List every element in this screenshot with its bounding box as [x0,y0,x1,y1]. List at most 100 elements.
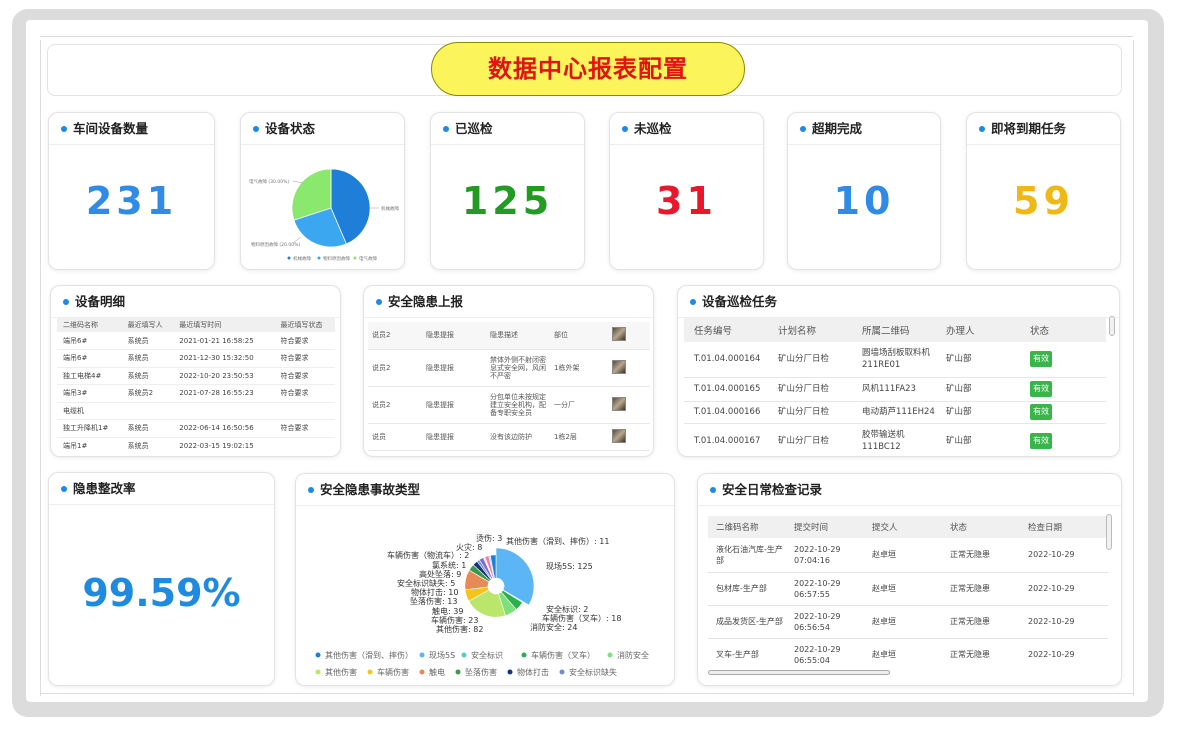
column-header[interactable]: 计划名称 [768,318,852,342]
photo-thumbnail[interactable] [612,396,626,411]
table-row[interactable]: 端吊1# 系统员 2022-03-15 19:02:15 [57,437,335,454]
table-row[interactable]: 说员 隐患提报 没有该边防护 1栋2层 [368,423,650,451]
column-header[interactable]: 提交时间 [786,516,864,538]
page-title: 数据中心报表配置 [431,42,745,96]
card-title: 设备巡检任务 [702,294,778,309]
pie-label: 车辆伤害: 23 [431,615,478,625]
status-badge: 有效 [1030,433,1052,449]
device-detail-table: 二维码名称 最近填写人 最近填写时间 最近填写状态 端吊6# 系统员 2021-01… [57,318,335,454]
card-title: 未巡检 [634,121,672,136]
column-header[interactable]: 状态 [942,516,1020,538]
legend-label: 其他伤害（滑到、摔伤） [325,650,413,660]
vertical-scrollbar[interactable] [1109,316,1115,336]
vertical-scrollbar[interactable] [1106,514,1112,550]
pie-label: 烫伤: 3 [476,533,502,543]
card-title: 车间设备数量 [73,121,149,136]
device-detail-table-wrap[interactable]: 二维码名称 最近填写人 最近填写时间 最近填写状态 端吊6# 系统员 2021-01… [57,318,335,454]
column-header[interactable]: 最近填写人 [121,318,174,332]
legend-label: 触电 [429,667,445,677]
card-header: 未巡检 [610,113,763,145]
legend-label: 现场5S [429,651,455,660]
legend-label: 安全标识 [471,650,503,660]
legend-label: 安全标识缺失 [569,667,617,677]
bullet-icon [376,299,382,305]
bullet-icon [690,299,696,305]
column-header[interactable]: 提交人 [864,516,942,538]
table-row[interactable]: T.01.04.000166 矿山分厂日检 电动葫芦111EH24 矿山部 有效 [684,401,1106,424]
table-row[interactable]: 说员2 隐患提报 隐患描述 部位 [368,322,650,350]
column-header[interactable]: 办理人 [936,318,1020,342]
pie-label: 安全标识缺失: 5 [397,578,455,588]
table-row[interactable]: 说员2 隐患提报 禁体外侧不射闭密息式安全网，风闲不严密 1栋外架 [368,349,650,387]
column-header[interactable]: 状态 [1020,318,1106,342]
daily-check-panel: 安全日常检查记录 二维码名称 提交时间 提交人 状态 检查日期 液化石油汽库-生… [697,473,1122,686]
table-row[interactable]: T.01.04.000167 矿山分厂日检 胶带输送机111BC12 矿山部 有效 [684,423,1106,454]
column-header[interactable]: 二维码名称 [57,318,122,332]
card-title: 设备明细 [75,294,126,309]
table-row[interactable]: T.01.04.000164 矿山分厂日检 圆墙场刮板取料机211RE01 矿山部 有效 [684,342,1106,378]
legend-label: 物体打击 [517,667,549,677]
stat-value: 231 [85,179,178,223]
pie-label: 现场5S: 125 [546,562,593,571]
stat-card-device-count: 车间设备数量 231 [48,112,215,270]
rectify-rate-value: 99.59% [82,571,241,615]
table-row[interactable]: 端吊6# 系统员 2021-12-30 15:32:50 符合要求 [57,349,335,368]
stat-card-overdue-completed: 超期完成 10 [787,112,941,270]
pie-label: 物料原因故障 (20.00%) [251,241,300,248]
pie-label: 触电: 39 [432,606,463,616]
device-status-pie: 电气故障 (30.00%) 机械故障 物料原因故障 (20.00%) 机械故障 … [249,168,399,262]
pie-label: 物体打击: 10 [411,587,458,597]
bullet-icon [443,126,449,132]
card-title: 安全日常检查记录 [722,482,823,497]
hazard-report-panel: 安全隐患上报 说员2 隐患提报 隐患描述 部位 说员2 隐患提报 禁体外侧不射闭… [363,285,654,457]
bullet-icon [979,126,985,132]
column-header[interactable]: 所属二维码 [852,318,936,342]
pie-label: 坠落伤害: 13 [410,596,457,606]
card-header: 超期完成 [788,113,940,145]
column-header[interactable]: 最近填写状态 [274,318,335,332]
table-row[interactable]: 电缆机 [57,402,335,420]
photo-thumbnail[interactable] [612,327,626,342]
column-header[interactable]: 任务编号 [684,318,768,342]
horizontal-scrollbar[interactable] [708,670,890,675]
table-row[interactable]: 端吊6# 系统员 2021-01-21 16:58:25 符合要求 [57,332,335,350]
card-header: 设备状态 [241,113,404,145]
table-row[interactable]: 成品发货区-生产部 2022-10-29 06:56:54 赵卓垣 正常无隐患 2022… [708,605,1108,639]
column-header[interactable]: 检查日期 [1020,516,1108,538]
table-row[interactable]: 独工升降机1# 系统员 2022-06-14 16:50:56 符合要求 [57,419,335,438]
guide-line [40,40,41,696]
daily-check-table-wrap[interactable]: 二维码名称 提交时间 提交人 状态 检查日期 液化石油汽库-生产部 2022-10… [708,516,1108,670]
stat-value: 59 [1013,179,1074,223]
card-header: 隐患整改率 [49,473,274,505]
daily-check-table: 二维码名称 提交时间 提交人 状态 检查日期 液化石油汽库-生产部 2022-10… [708,516,1108,670]
card-header: 设备巡检任务 [678,286,1119,318]
column-header[interactable]: 二维码名称 [708,516,786,538]
table-row[interactable]: 包材库-生产部 2022-10-29 06:57:55 赵卓垣 正常无隐患 2022-1… [708,572,1108,606]
hazard-report-table: 说员2 隐患提报 隐患描述 部位 说员2 隐患提报 禁体外侧不射闭密息式安全网，… [368,322,650,451]
table-row[interactable]: 端吊3# 系统员2 2021-07-28 16:55:23 符合要求 [57,384,335,403]
column-header[interactable]: 最近填写时间 [173,318,275,332]
inspection-tasks-table-wrap[interactable]: 任务编号 计划名称 所属二维码 办理人 状态 T.01.04.000164 矿山分… [684,318,1106,454]
table-row[interactable]: 独工电梯4# 系统员 2022-10-20 23:50:53 符合要求 [57,367,335,385]
card-title: 已巡检 [455,121,493,136]
photo-thumbnail[interactable] [612,428,626,443]
pie-label: 电气故障 (30.00%) [249,178,289,185]
device-detail-panel: 设备明细 二维码名称 最近填写人 最近填写时间 最近填写状态 端吊6# 系统员 20… [50,285,341,457]
pie-label: 氯系统: 1 [432,560,466,570]
photo-thumbnail[interactable] [612,359,626,374]
card-header: 即将到期任务 [967,113,1120,145]
stat-card-due-soon: 即将到期任务 59 [966,112,1121,270]
stat-card-inspected: 已巡检 125 [430,112,585,270]
stat-card-not-inspected: 未巡检 31 [609,112,764,270]
card-header: 车间设备数量 [49,113,214,145]
table-row[interactable]: 液化石油汽库-生产部 2022-10-29 07:04:16 赵卓垣 正常无隐患 202… [708,538,1108,573]
legend-label: 电气故障 [359,255,377,262]
hazard-types-pie: 烫伤: 3 火灾: 8 车辆伤害（物流车）: 2 氯系统: 1 高处坠落: 9 … [315,533,649,677]
card-title: 超期完成 [812,121,863,136]
table-row[interactable]: 说员2 隐患提报 分包单位未按规定建立安全机构，配备专职安全员 一分厂 [368,386,650,424]
hazard-report-list[interactable]: 说员2 隐患提报 隐患描述 部位 说员2 隐患提报 禁体外侧不射闭密息式安全网，… [368,322,650,452]
legend-label: 机械故障 [293,255,311,262]
status-badge: 有效 [1030,351,1052,368]
table-row[interactable]: T.01.04.000165 矿山分厂日检 风机111FA23 矿山部 有效 [684,377,1106,402]
table-row[interactable]: 叉车-生产部 2022-10-29 06:55:04 赵卓垣 正常无隐患 2022-10… [708,638,1108,670]
